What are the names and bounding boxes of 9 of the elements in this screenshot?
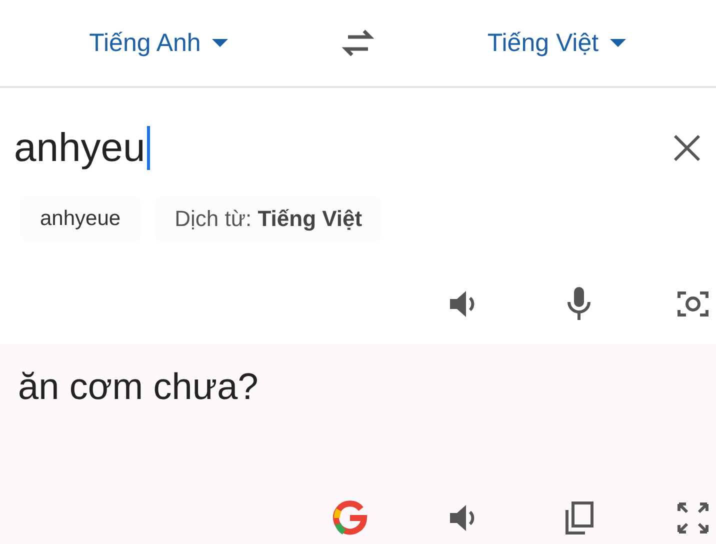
source-language-button[interactable]: Tiếng Anh [83,24,235,62]
input-field[interactable]: anhyeu [14,126,150,170]
caret-icon [608,38,627,48]
caret-icon [210,38,229,48]
translation-text: ăn cơm chưa? [18,366,260,408]
fullscreen-icon[interactable] [676,502,710,534]
google-logo-icon [332,500,368,536]
close-icon[interactable] [672,133,702,163]
target-language-button[interactable]: Tiếng Việt [481,24,633,62]
